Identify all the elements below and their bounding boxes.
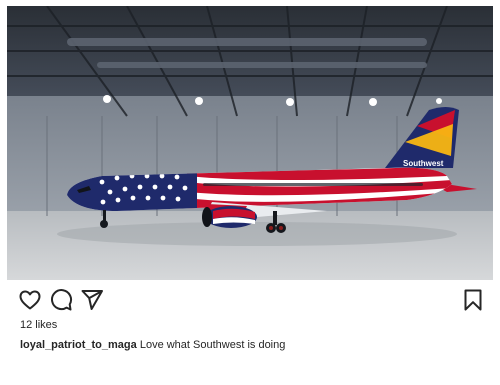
southwest-livery-text: Southwest: [403, 159, 444, 168]
post-actions-bar: [0, 282, 500, 318]
post-caption: loyal_patriot_to_maga Love what Southwes…: [20, 339, 285, 351]
comment-icon[interactable]: [49, 288, 73, 312]
post-image[interactable]: Southwest: [7, 6, 493, 280]
caption-username[interactable]: loyal_patriot_to_maga: [20, 339, 137, 351]
caption-text: Love what Southwest is doing: [139, 339, 286, 351]
heart-icon[interactable]: [18, 288, 42, 312]
bookmark-icon[interactable]: [461, 288, 485, 312]
send-icon[interactable]: [80, 288, 104, 312]
likes-count[interactable]: 12 likes: [20, 319, 57, 331]
